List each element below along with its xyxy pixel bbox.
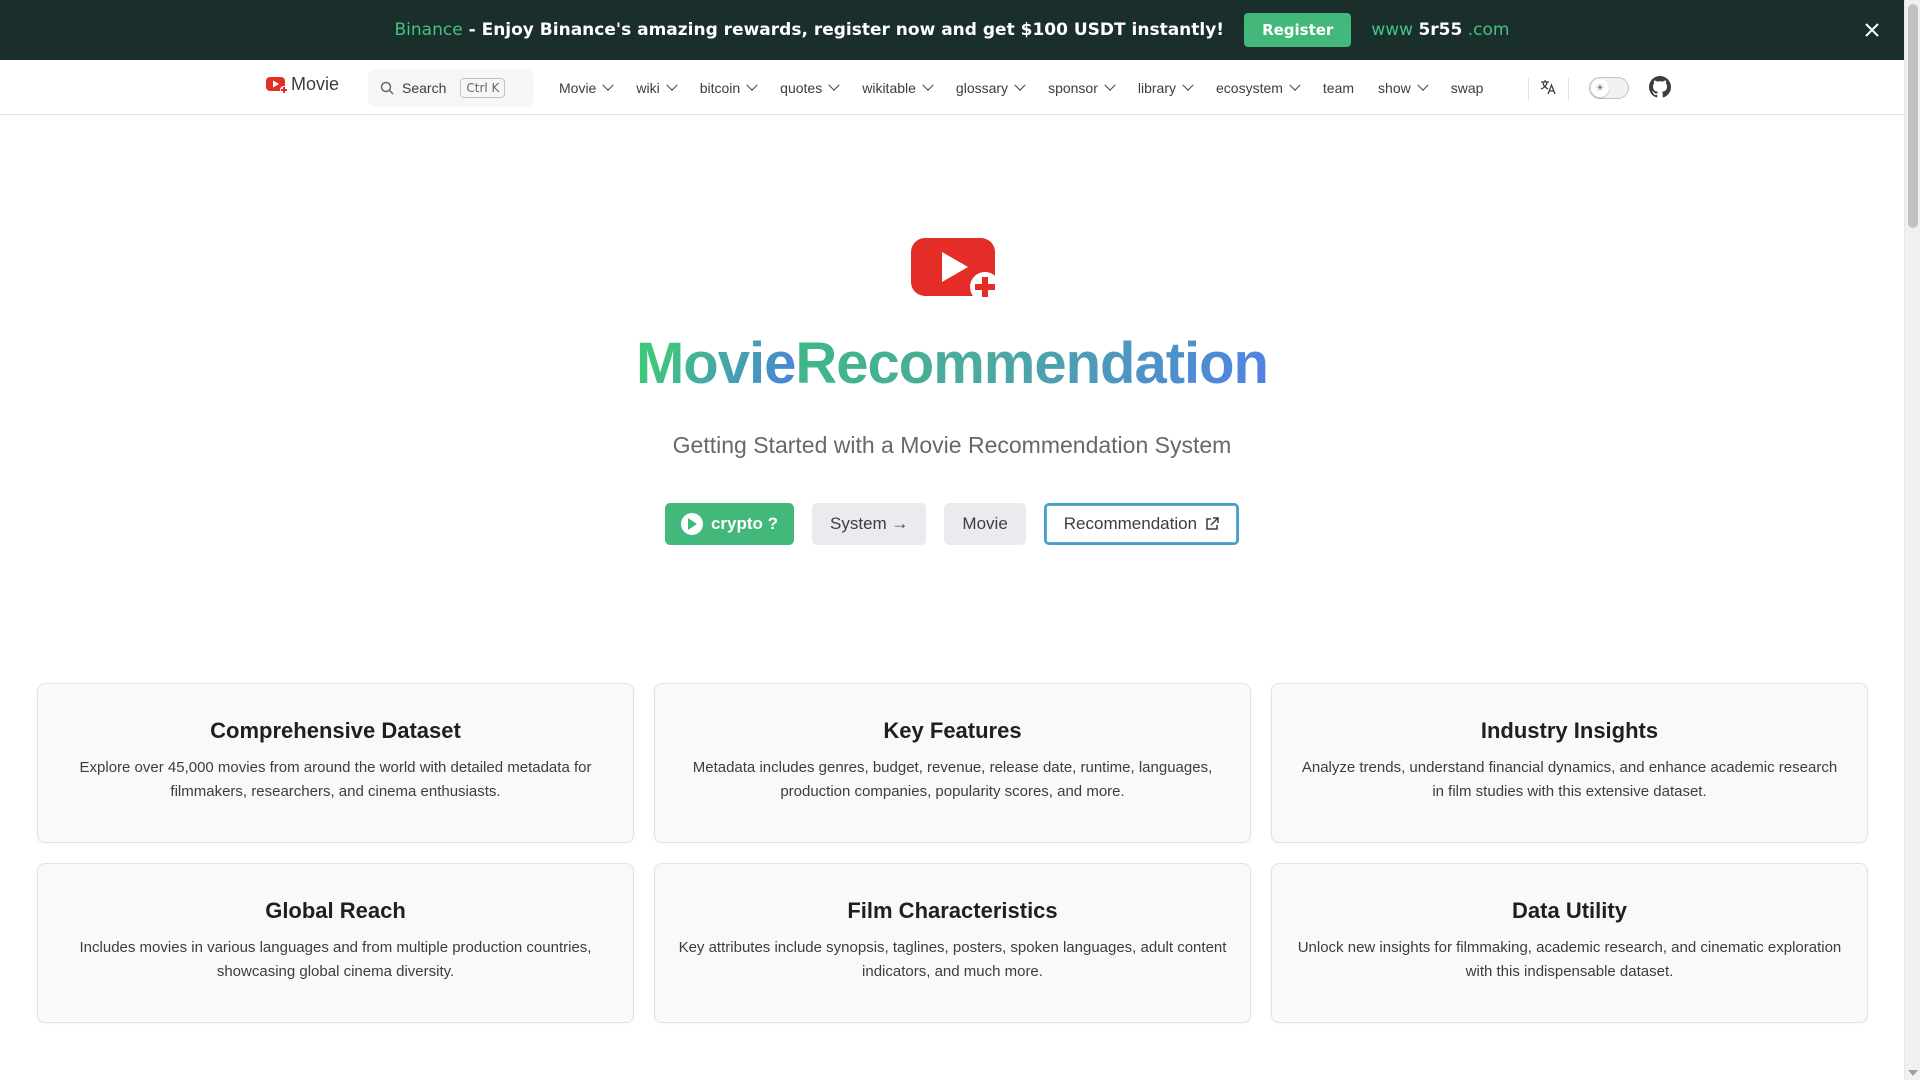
- site-title: Movie: [291, 74, 340, 94]
- close-icon[interactable]: [1858, 16, 1886, 44]
- feature-title: Industry Insights: [1480, 718, 1659, 743]
- nav-item-movie[interactable]: Movie: [547, 79, 624, 96]
- nav-item-show[interactable]: show: [1366, 79, 1439, 96]
- chevron-down-icon: [1014, 79, 1026, 91]
- youtube-plus-icon: [266, 76, 288, 94]
- system-button[interactable]: System →: [812, 503, 927, 545]
- navbar: Movie Search Ctrl K Movie wiki bitcoin q…: [0, 60, 1904, 115]
- feature-title: Global Reach: [265, 898, 406, 923]
- chevron-down-icon: [666, 79, 678, 91]
- play-icon: [680, 513, 703, 535]
- search-label: Search: [402, 80, 447, 96]
- external-link-icon: [1206, 517, 1219, 530]
- chevron-down-icon: [1417, 79, 1429, 91]
- scroll-down-arrow-icon[interactable]: [1908, 1070, 1918, 1076]
- banner-message: Binance - Enjoy Binance's amazing reward…: [395, 20, 1225, 40]
- recommendation-button[interactable]: Recommendation: [1043, 503, 1240, 545]
- nav-item-label: sponsor: [1048, 79, 1098, 96]
- translate-icon[interactable]: [1536, 75, 1560, 99]
- banner-site-suffix: .com: [1462, 20, 1510, 40]
- search-button[interactable]: Search Ctrl K: [368, 69, 534, 107]
- recommendation-button-label: Recommendation: [1063, 514, 1198, 533]
- hero-logo-icon: [911, 238, 1000, 302]
- promo-banner: Binance - Enjoy Binance's amazing reward…: [0, 0, 1904, 60]
- feature-details: Key attributes include synopsis, tagline…: [678, 939, 1227, 980]
- nav-item-label: Movie: [559, 79, 597, 96]
- nav-item-bitcoin[interactable]: bitcoin: [688, 79, 768, 96]
- movie-button-label: Movie: [962, 514, 1008, 533]
- feature-card: Film Characteristics Key attributes incl…: [654, 863, 1251, 1023]
- feature-title: Key Features: [883, 718, 1022, 743]
- crypto-button[interactable]: crypto ?: [664, 503, 795, 545]
- feature-title: Film Characteristics: [847, 898, 1058, 923]
- chevron-down-icon: [1289, 79, 1301, 91]
- nav-divider: [1528, 78, 1529, 100]
- system-button-label: System →: [830, 514, 909, 533]
- nav-item-library[interactable]: library: [1126, 79, 1204, 96]
- github-icon[interactable]: [1649, 76, 1671, 98]
- nav-item-label: glossary: [955, 79, 1009, 96]
- hero-title: MovieRecommendation: [0, 330, 1904, 397]
- hero-subtitle: Getting Started with a Movie Recommendat…: [672, 432, 1232, 458]
- nav-item-label: ecosystem: [1216, 79, 1283, 96]
- nav-item-ecosystem[interactable]: ecosystem: [1204, 79, 1311, 96]
- feature-card: Key Features Metadata includes genres, b…: [654, 683, 1251, 843]
- banner-register-button[interactable]: Register: [1244, 13, 1352, 47]
- feature-details: Unlock new insights for filmmaking, acad…: [1297, 939, 1842, 980]
- chevron-down-icon: [1104, 79, 1116, 91]
- chevron-down-icon: [1182, 79, 1194, 91]
- banner-text: - Enjoy Binance's amazing rewards, regis…: [462, 20, 1225, 40]
- nav-item-label: swap: [1450, 79, 1484, 96]
- feature-title: Data Utility: [1512, 898, 1627, 923]
- hero-title-part1: Movie: [635, 331, 796, 396]
- search-shortcut: Ctrl K: [460, 78, 506, 98]
- nav-item-label: bitcoin: [699, 79, 741, 96]
- banner-site-link[interactable]: www 5r55 .com: [1371, 20, 1509, 40]
- nav-menu: Movie wiki bitcoin quotes wikitable glos…: [547, 60, 1495, 115]
- feature-details: Includes movies in various languages and…: [79, 939, 592, 980]
- feature-details: Analyze trends, understand financial dyn…: [1301, 759, 1838, 800]
- chevron-down-icon: [922, 79, 934, 91]
- feature-card: Global Reach Includes movies in various …: [37, 863, 634, 1023]
- scrollbar-thumb[interactable]: [1908, 4, 1918, 228]
- banner-site-main: 5r55: [1418, 20, 1463, 40]
- feature-grid: Comprehensive Dataset Explore over 45,00…: [37, 683, 1868, 1023]
- feature-card: Data Utility Unlock new insights for fil…: [1271, 863, 1868, 1023]
- chevron-down-icon: [602, 79, 615, 91]
- nav-item-label: wiki: [636, 79, 660, 96]
- chevron-down-icon: [746, 79, 758, 91]
- theme-toggle[interactable]: ☀: [1589, 77, 1629, 99]
- nav-divider: [1568, 78, 1569, 100]
- feature-details: Metadata includes genres, budget, revenu…: [692, 759, 1213, 800]
- feature-details: Explore over 45,000 movies from around t…: [79, 759, 592, 800]
- hero-actions: crypto ? System → Movie Recommendation: [0, 503, 1904, 545]
- movie-button[interactable]: Movie: [944, 503, 1026, 545]
- nav-item-sponsor[interactable]: sponsor: [1036, 79, 1126, 96]
- crypto-button-label: crypto ?: [710, 514, 779, 533]
- nav-item-team[interactable]: team: [1311, 80, 1366, 96]
- site-logo[interactable]: Movie: [266, 74, 339, 95]
- nav-item-glossary[interactable]: glossary: [944, 79, 1036, 96]
- feature-card: Industry Insights Analyze trends, unders…: [1271, 683, 1868, 843]
- banner-brand[interactable]: Binance: [395, 20, 463, 40]
- page-scrollbar[interactable]: [1904, 0, 1920, 1080]
- nav-item-label: team: [1322, 79, 1355, 96]
- feature-title: Comprehensive Dataset: [210, 718, 461, 743]
- sun-icon: ☀: [1591, 79, 1609, 97]
- nav-item-label: show: [1378, 79, 1411, 96]
- nav-item-swap[interactable]: swap: [1439, 80, 1496, 96]
- search-icon: [380, 81, 394, 95]
- nav-item-label: quotes: [780, 79, 823, 96]
- nav-item-label: library: [1137, 79, 1176, 96]
- feature-card: Comprehensive Dataset Explore over 45,00…: [37, 683, 634, 843]
- nav-item-label: wikitable: [862, 79, 916, 96]
- chevron-down-icon: [828, 79, 840, 91]
- nav-item-quotes[interactable]: quotes: [768, 79, 850, 96]
- hero-title-part2: Recommendation: [795, 331, 1269, 396]
- banner-site-prefix: www: [1371, 20, 1419, 40]
- nav-item-wiki[interactable]: wiki: [624, 79, 687, 96]
- nav-item-wikitable[interactable]: wikitable: [850, 79, 944, 96]
